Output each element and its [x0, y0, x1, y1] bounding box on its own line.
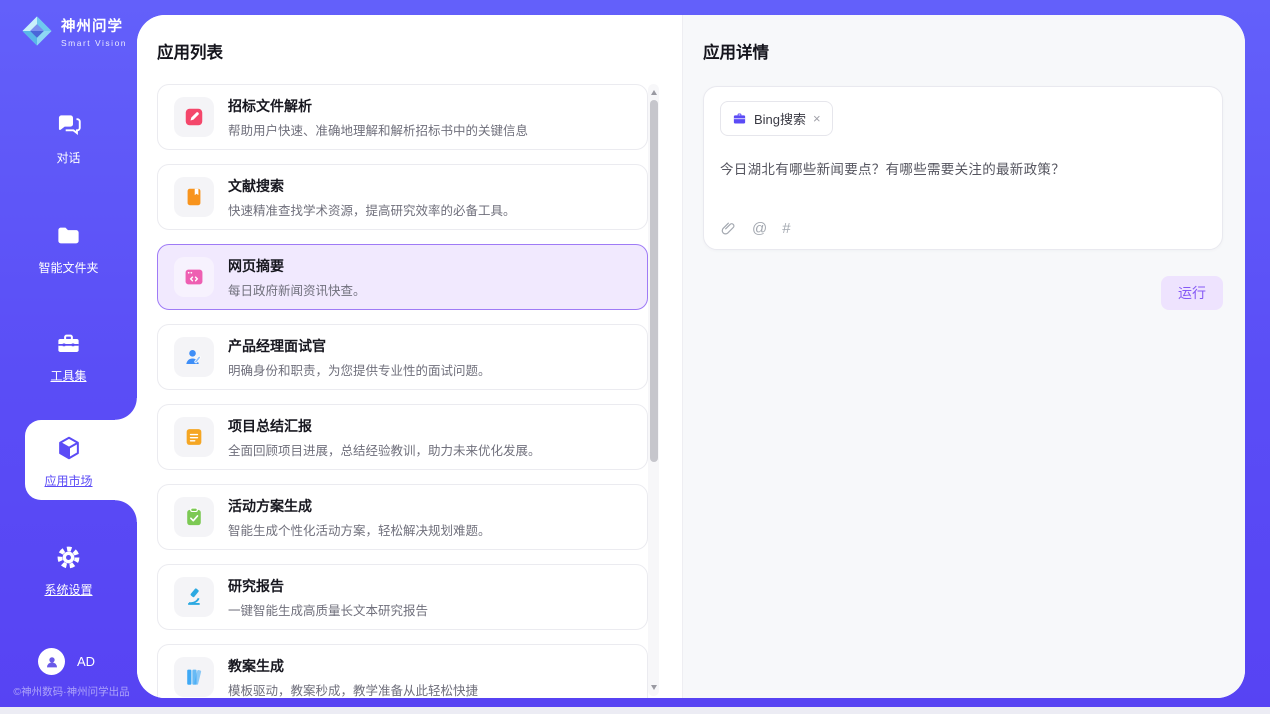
app-card-project-summary[interactable]: 项目总结汇报 全面回顾项目进展，总结经验教训，助力未来优化发展。 [157, 404, 648, 470]
app-desc: 明确身份和职责，为您提供专业性的面试问题。 [228, 360, 491, 379]
app-desc: 快速精准查找学术资源，提高研究效率的必备工具。 [228, 200, 516, 219]
sidebar-item-label: 系统设置 [0, 581, 137, 598]
tag-close-icon[interactable]: × [813, 112, 821, 125]
sidebar-item-chat[interactable]: 对话 [0, 112, 137, 166]
app-detail-title: 应用详情 [703, 39, 1223, 63]
sidebar-item-label: 应用市场 [0, 472, 137, 489]
editor-toolbar: @ # [720, 220, 791, 237]
avatar [38, 648, 65, 675]
app-name: 文献搜索 [228, 176, 516, 196]
attachment-icon[interactable] [720, 220, 737, 237]
app-desc: 模板驱动，教案秒成，教学准备从此轻松快捷 [228, 680, 478, 699]
app-name: 研究报告 [228, 576, 428, 596]
app-desc: 帮助用户快速、准确地理解和解析招标书中的关键信息 [228, 120, 528, 139]
scroll-down-arrow-icon[interactable] [651, 685, 657, 690]
scroll-up-arrow-icon[interactable] [651, 90, 657, 95]
person-icon [44, 654, 60, 670]
brand-logo: 神州问学 Smart Vision [20, 14, 127, 48]
scrollbar-thumb[interactable] [650, 100, 658, 462]
app-name: 产品经理面试官 [228, 336, 491, 356]
app-name: 教案生成 [228, 656, 478, 676]
sidebar-item-label: 工具集 [0, 367, 137, 384]
books-icon [174, 657, 214, 697]
sidebar-item-label: 对话 [0, 149, 137, 166]
brand-name: 神州问学 [61, 15, 127, 36]
user-initials: AD [77, 654, 95, 669]
chat-icon [55, 112, 82, 139]
app-card-research-report[interactable]: 研究报告 一键智能生成高质量长文本研究报告 [157, 564, 648, 630]
app-frame: 神州问学 Smart Vision 对话 智能文件夹 [0, 0, 1270, 707]
app-name: 网页摘要 [228, 256, 366, 276]
folder-icon [55, 222, 82, 249]
app-list-panel: 应用列表 招标文件解析 帮助用户快速、准确地理解和解析招标书中的关键信息 [137, 15, 682, 698]
gear-icon [55, 544, 82, 571]
interviewer-icon [174, 337, 214, 377]
sidebar-item-settings[interactable]: 系统设置 [0, 544, 137, 598]
diamond-logo-icon [20, 14, 54, 48]
app-list-title: 应用列表 [157, 39, 223, 63]
run-button-row: 运行 [703, 276, 1223, 310]
browser-code-icon [174, 257, 214, 297]
question-text[interactable]: 今日湖北有哪些新闻要点？有哪些需要关注的最新政策？ [720, 158, 1206, 178]
app-card-pm-interviewer[interactable]: 产品经理面试官 明确身份和职责，为您提供专业性的面试问题。 [157, 324, 648, 390]
edit-document-icon [174, 97, 214, 137]
app-card-web-summary[interactable]: 网页摘要 每日政府新闻资讯快查。 [157, 244, 648, 310]
toolbox-icon [55, 330, 82, 357]
sidebar-item-label: 智能文件夹 [0, 259, 137, 276]
app-card-lesson-plan[interactable]: 教案生成 模板驱动，教案秒成，教学准备从此轻松快捷 [157, 644, 648, 698]
sidebar-item-app-market[interactable]: 应用市场 [0, 434, 137, 489]
prompt-editor-card[interactable]: Bing搜索 × 今日湖北有哪些新闻要点？有哪些需要关注的最新政策？ @ # [703, 86, 1223, 250]
sidebar-item-smart-folder[interactable]: 智能文件夹 [0, 222, 137, 276]
app-name: 项目总结汇报 [228, 416, 541, 436]
app-card-event-plan[interactable]: 活动方案生成 智能生成个性化活动方案，轻松解决规划难题。 [157, 484, 648, 550]
brand-subtitle: Smart Vision [61, 38, 127, 48]
run-button[interactable]: 运行 [1161, 276, 1223, 310]
tool-tag-label: Bing搜索 [754, 109, 806, 128]
app-desc: 每日政府新闻资讯快查。 [228, 280, 366, 299]
app-name: 活动方案生成 [228, 496, 491, 516]
sidebar-item-toolset[interactable]: 工具集 [0, 330, 137, 384]
app-list: 招标文件解析 帮助用户快速、准确地理解和解析招标书中的关键信息 文献搜索 [157, 84, 648, 698]
list-scrollbar[interactable] [648, 84, 659, 696]
briefcase-icon [732, 111, 747, 126]
app-desc: 一键智能生成高质量长文本研究报告 [228, 600, 428, 619]
tool-tag-bing-search[interactable]: Bing搜索 × [720, 101, 833, 136]
microscope-icon [174, 577, 214, 617]
app-card-literature-search[interactable]: 文献搜索 快速精准查找学术资源，提高研究效率的必备工具。 [157, 164, 648, 230]
mention-icon[interactable]: @ [752, 221, 767, 236]
user-profile[interactable]: AD [38, 648, 95, 675]
cube-icon [55, 434, 83, 462]
sidebar: 神州问学 Smart Vision 对话 智能文件夹 [0, 0, 137, 707]
copyright-text: ©神州数码·神州问学出品 [6, 684, 137, 699]
report-note-icon [174, 417, 214, 457]
app-desc: 全面回顾项目进展，总结经验教训，助力未来优化发展。 [228, 440, 541, 459]
main-content: 应用列表 招标文件解析 帮助用户快速、准确地理解和解析招标书中的关键信息 [137, 15, 1245, 698]
app-card-bid-document-parsing[interactable]: 招标文件解析 帮助用户快速、准确地理解和解析招标书中的关键信息 [157, 84, 648, 150]
book-icon [174, 177, 214, 217]
app-detail-panel: 应用详情 Bing搜索 × 今日湖北有哪些新闻要点？有哪些需要关注的最新政策？ … [682, 15, 1245, 698]
app-name: 招标文件解析 [228, 96, 528, 116]
app-desc: 智能生成个性化活动方案，轻松解决规划难题。 [228, 520, 491, 539]
clipboard-check-icon [174, 497, 214, 537]
hash-icon[interactable]: # [782, 221, 790, 236]
